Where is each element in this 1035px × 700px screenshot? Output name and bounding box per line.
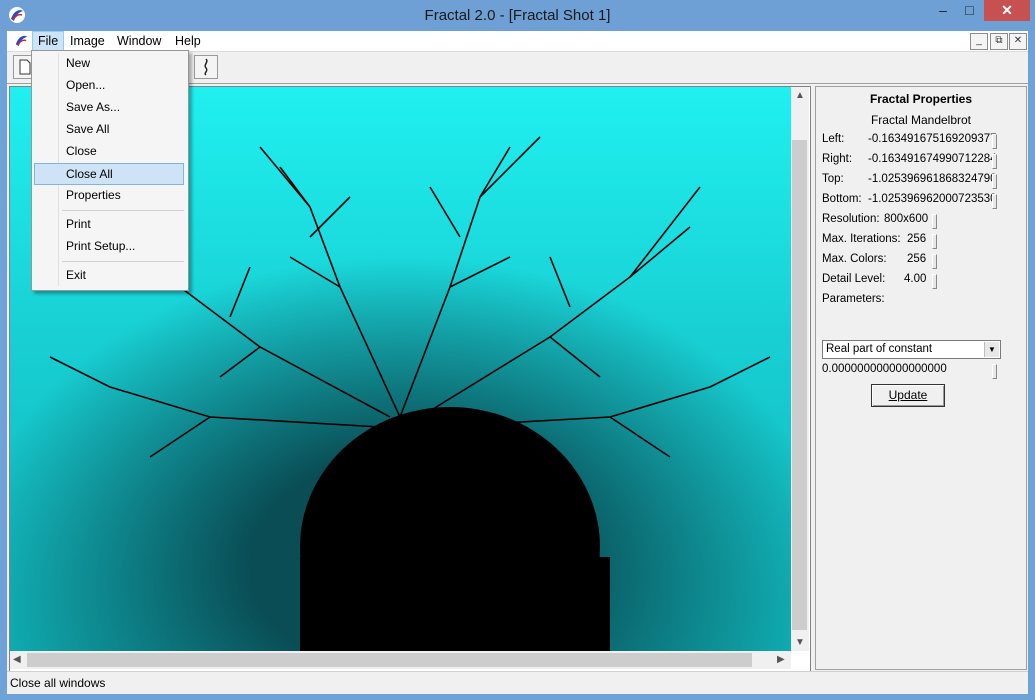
prop-parameters: Parameters: xyxy=(822,293,1022,309)
parameters-label: Parameters: xyxy=(822,293,885,305)
menu-item-close-all-label: Close All xyxy=(66,167,113,181)
parameter-select-value: Real part of constant xyxy=(826,343,933,355)
close-button[interactable]: ✕ xyxy=(984,0,1030,21)
status-text: Close all windows xyxy=(10,676,106,690)
chevron-down-icon[interactable]: ▼ xyxy=(984,342,999,357)
menu-separator xyxy=(62,261,184,262)
prop-top: Top: -1.025396961868324790 xyxy=(822,173,1022,189)
menu-item-exit-label: Exit xyxy=(66,268,87,282)
prop-iterations: Max. Iterations: 256 xyxy=(822,233,1022,249)
menu-item-close-label: Close xyxy=(66,144,97,158)
menu-item-save-all[interactable]: Save All xyxy=(34,119,184,139)
prop-right-label: Right: xyxy=(822,153,853,165)
minimize-button[interactable]: – xyxy=(930,0,956,21)
scroll-down-icon[interactable]: ▼ xyxy=(795,637,805,648)
tool-button[interactable] xyxy=(194,55,218,79)
menu-item-print[interactable]: Print xyxy=(34,214,184,234)
menu-item-close-all[interactable]: Close All xyxy=(34,163,184,185)
prop-left-label: Left: xyxy=(822,133,845,145)
tool-icon xyxy=(204,58,208,76)
prop-detail: Detail Level: 4.00 xyxy=(822,273,1022,289)
prop-resolution-slider[interactable] xyxy=(932,214,937,229)
prop-top-slider[interactable] xyxy=(992,174,997,189)
menu-item-close[interactable]: Close xyxy=(34,141,184,161)
menu-item-print-label: Print xyxy=(66,217,91,231)
mdi-close-button[interactable]: ✕ xyxy=(1009,33,1027,50)
prop-colors-value: 256 xyxy=(907,253,927,265)
app-window: Fractal 2.0 - [Fractal Shot 1] – □ ✕ Fil… xyxy=(0,0,1035,700)
prop-left-slider[interactable] xyxy=(992,134,997,149)
scroll-left-icon[interactable]: ◀ xyxy=(13,654,21,665)
prop-resolution-value: 800x600 xyxy=(884,213,929,225)
menu-item-new-label: New xyxy=(66,56,91,70)
menu-item-new[interactable]: New xyxy=(34,53,184,73)
prop-top-label: Top: xyxy=(822,173,844,185)
scroll-right-icon[interactable]: ▶ xyxy=(777,654,785,665)
document-icon[interactable] xyxy=(13,32,30,49)
properties-panel: Fractal Properties Fractal Mandelbrot Le… xyxy=(815,86,1027,670)
horizontal-scroll-thumb[interactable] xyxy=(27,653,752,667)
prop-bottom-value: -1.025396962000723530 xyxy=(868,193,997,205)
menu-item-properties[interactable]: Properties xyxy=(34,185,184,205)
prop-iterations-value: 256 xyxy=(907,233,927,245)
properties-title: Fractal Properties xyxy=(869,92,973,106)
menu-bar: File Image Window Help _ ⧉ ✕ xyxy=(7,31,1028,52)
prop-right-slider[interactable] xyxy=(992,154,997,169)
status-bar: Close all windows xyxy=(7,671,1028,694)
prop-colors-label: Max. Colors: xyxy=(822,253,887,265)
file-menu-dropdown: New Open... Save As... Save All Close Cl… xyxy=(31,50,189,291)
prop-resolution-label: Resolution: xyxy=(822,213,880,225)
prop-left-value: -0.163491675169209377 xyxy=(868,133,997,145)
menu-item-save-as[interactable]: Save As... xyxy=(34,97,184,117)
menu-item-properties-label: Properties xyxy=(66,188,121,202)
prop-colors: Max. Colors: 256 xyxy=(822,253,1022,269)
prop-resolution: Resolution: 800x600 xyxy=(822,213,1022,229)
menu-help[interactable]: Help xyxy=(170,32,206,50)
scroll-up-icon[interactable]: ▲ xyxy=(795,90,805,101)
prop-detail-value: 4.00 xyxy=(904,273,927,285)
vertical-scrollbar[interactable]: ▲ ▼ xyxy=(791,87,809,651)
menu-item-exit[interactable]: Exit xyxy=(34,265,184,285)
prop-detail-slider[interactable] xyxy=(932,274,937,289)
parameter-select[interactable]: Real part of constant ▼ xyxy=(822,340,1001,359)
parameter-value: 0.000000000000000000 xyxy=(822,363,947,375)
window-title: Fractal 2.0 - [Fractal Shot 1] xyxy=(424,7,611,24)
prop-bottom-slider[interactable] xyxy=(992,194,997,209)
fractal-type: Fractal Mandelbrot xyxy=(870,113,972,127)
prop-parameter-value: 0.000000000000000000 xyxy=(822,363,1022,379)
prop-iterations-slider[interactable] xyxy=(932,234,937,249)
menu-window[interactable]: Window xyxy=(112,32,166,50)
menu-item-open[interactable]: Open... xyxy=(34,75,184,95)
mdi-minimize-button[interactable]: _ xyxy=(970,33,988,50)
menu-item-print-setup-label: Print Setup... xyxy=(66,239,136,253)
prop-colors-slider[interactable] xyxy=(932,254,937,269)
title-bar[interactable]: Fractal 2.0 - [Fractal Shot 1] – □ ✕ xyxy=(0,0,1035,31)
new-icon xyxy=(19,59,31,75)
menu-item-save-all-label: Save All xyxy=(66,122,110,136)
menu-file[interactable]: File xyxy=(32,31,65,51)
prop-right: Right: -0.163491674990712284 xyxy=(822,153,1022,169)
menu-item-print-setup[interactable]: Print Setup... xyxy=(34,236,184,256)
prop-right-value: -0.163491674990712284 xyxy=(868,153,997,165)
update-button[interactable]: Update xyxy=(871,384,945,407)
prop-left: Left: -0.163491675169209377 xyxy=(822,133,1022,149)
prop-top-value: -1.025396961868324790 xyxy=(868,173,997,185)
prop-iterations-label: Max. Iterations: xyxy=(822,233,901,245)
menu-image[interactable]: Image xyxy=(65,32,110,50)
menu-item-open-label: Open... xyxy=(66,78,106,92)
menu-item-save-as-label: Save As... xyxy=(66,100,121,114)
prop-bottom-label: Bottom: xyxy=(822,193,862,205)
prop-bottom: Bottom: -1.025396962000723530 xyxy=(822,193,1022,209)
vertical-scroll-thumb[interactable] xyxy=(792,140,807,630)
mdi-restore-button[interactable]: ⧉ xyxy=(990,33,1008,50)
prop-detail-label: Detail Level: xyxy=(822,273,886,285)
maximize-button[interactable]: □ xyxy=(956,0,983,21)
parameter-slider[interactable] xyxy=(992,364,997,379)
horizontal-scrollbar[interactable]: ◀ ▶ xyxy=(10,651,791,669)
menu-separator xyxy=(62,210,184,211)
